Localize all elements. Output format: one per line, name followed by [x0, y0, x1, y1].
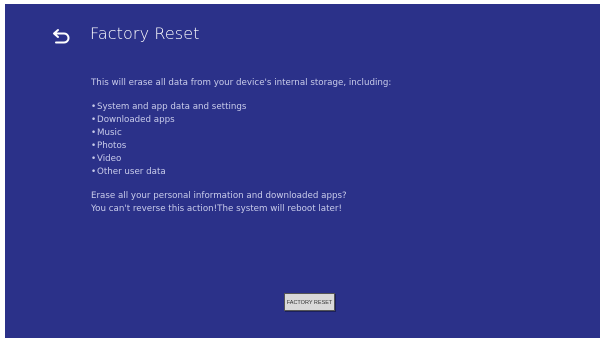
- factory-reset-button[interactable]: FACTORY RESET: [284, 293, 335, 311]
- page-title: Factory Reset: [90, 24, 200, 43]
- header: Factory Reset: [5, 4, 600, 64]
- list-item-label: Photos: [97, 141, 127, 151]
- list-item: • Downloaded apps: [91, 114, 511, 127]
- list-item: • System and app data and settings: [91, 101, 511, 114]
- list-item: • Photos: [91, 140, 511, 153]
- reset-description: This will erase all data from your devic…: [91, 77, 511, 216]
- back-arrow-icon[interactable]: [52, 26, 72, 46]
- list-item-label: Video: [97, 154, 122, 164]
- list-item-label: System and app data and settings: [97, 102, 247, 112]
- list-item: • Other user data: [91, 166, 511, 179]
- list-item-label: Music: [97, 128, 122, 138]
- warning-text: Erase all your personal information and …: [91, 190, 511, 216]
- warning-line-1: Erase all your personal information and …: [91, 191, 347, 201]
- erase-items-list: • System and app data and settings • Downl…: [91, 101, 511, 179]
- list-item-label: Downloaded apps: [97, 115, 175, 125]
- warning-line-2: You can't reverse this action!The system…: [91, 204, 342, 214]
- intro-text: This will erase all data from your devic…: [91, 78, 392, 88]
- back-arrow-glyph: [53, 29, 70, 44]
- list-item: • Video: [91, 153, 511, 166]
- factory-reset-screen: Factory Reset This will erase all data f…: [5, 4, 600, 338]
- list-item: • Music: [91, 127, 511, 140]
- list-item-label: Other user data: [97, 167, 166, 177]
